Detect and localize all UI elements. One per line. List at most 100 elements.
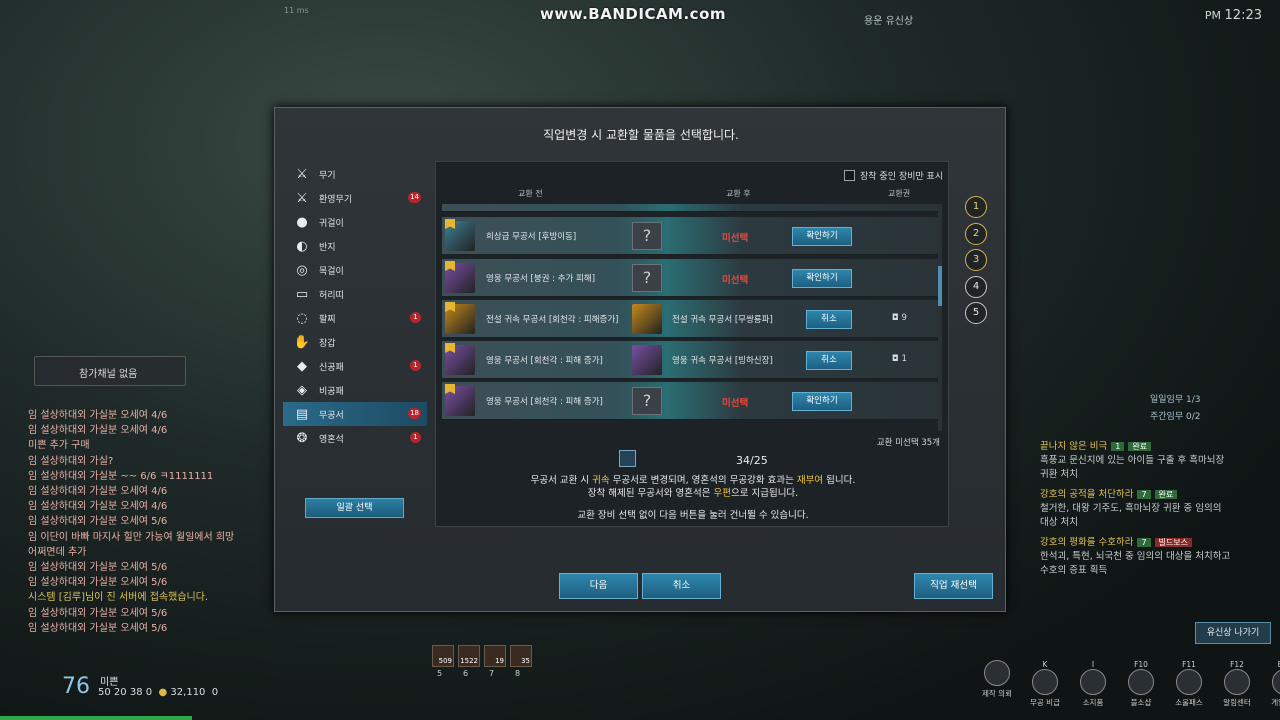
menu-item[interactable]: 제작 의뢰: [975, 660, 1019, 708]
sidebar-item-label: 무기: [319, 170, 336, 181]
menu-item[interactable]: ESC 게임메뉴: [1263, 660, 1280, 708]
menu-label: 알림센터: [1223, 698, 1251, 707]
category-sidebar: ⚔ 무기 ⚔ 환영무기 14 ● 귀걸이 ◐ 반지 ◎ 목걸이 ▭ 허리띠 ◌ 팔찌 1 ✋ 장갑 ◆ 신공패 1 ◈ 비공…: [283, 162, 427, 450]
chat-line: 임 설상하대외 가실분 오세여 5/6: [28, 577, 168, 589]
info-text: 됩니다.: [823, 475, 856, 486]
quest-desc: 수호의 증표 획득: [1040, 565, 1108, 576]
menu-key: F12: [1230, 660, 1244, 669]
quest-count-badge: 1: [1111, 442, 1125, 451]
item-name: 영웅 무공서 [회천각 : 피해 증가]: [486, 356, 603, 366]
menu-item[interactable]: K 무공 비급: [1023, 660, 1067, 708]
step-1[interactable]: 1: [965, 196, 987, 218]
step-3[interactable]: 3: [965, 249, 987, 271]
menu-item[interactable]: F11 소울패스: [1167, 660, 1211, 708]
list-scroll-thumb[interactable]: [938, 266, 942, 306]
sidebar-item-label: 무공서: [319, 410, 344, 421]
menu-item[interactable]: F10 블소샵: [1119, 660, 1163, 708]
quest-entry[interactable]: 강호의 공적을 처단하라 7 완료 철거한, 대왕 기주도, 흑마뇌장 귀환 중 임의…: [1040, 488, 1270, 530]
daily-mission[interactable]: 일일임무 1/3: [1150, 392, 1200, 409]
step-4[interactable]: 4: [965, 275, 987, 298]
chat-log: 임 설상하대외 가실분 오세여 4/6 임 설상하대외 가실분 오세여 4/6 미쁜…: [28, 408, 273, 636]
menu-icon: [1032, 669, 1058, 695]
quest-entry[interactable]: 강호의 평화를 수호하라 7 빌드보스 한석괴, 특현, 뇌국천 중 임의의 대상을 …: [1040, 536, 1270, 578]
menu-item[interactable]: F12 알림센터: [1215, 660, 1259, 708]
sidebar-item-soulstone[interactable]: ❂ 영혼석 1: [283, 426, 427, 450]
sidebar-item-belt[interactable]: ▭ 허리띠: [283, 282, 427, 306]
sidebar-item-book[interactable]: ▤ 무공서 18: [283, 402, 427, 426]
row-cancel-button[interactable]: 취소: [806, 351, 852, 370]
quest-title: 끝나지 않은 비극 1 완료: [1040, 440, 1270, 454]
quest-title: 강호의 평화를 수호하라 7 빌드보스: [1040, 536, 1270, 550]
menu-icon: [1224, 669, 1250, 695]
skip-hint: 교환 장비 선택 없이 다음 버튼을 눌러 건너뛸 수 있습니다.: [577, 510, 809, 521]
slot-key: 6: [463, 669, 469, 678]
chat-channel-label: 참가채널 없음: [79, 369, 138, 380]
bulk-select-button[interactable]: 일괄 선택: [305, 498, 404, 518]
step-2[interactable]: 2: [965, 222, 987, 245]
sidebar-item-talisman[interactable]: ◆ 신공패 1: [283, 354, 427, 378]
confirm-button[interactable]: 확인하기: [792, 392, 852, 411]
quest-count-badge: 7: [1137, 538, 1151, 547]
chat-line: 임 설상하대외 가실분 ~~ 6/6 ㅋ1111111: [28, 470, 214, 482]
sidebar-item-glove[interactable]: ✋ 장갑: [283, 330, 427, 354]
empty-slot-icon[interactable]: ?: [632, 264, 662, 292]
recorder-watermark: www.BANDICAM.com: [540, 5, 727, 23]
step-5[interactable]: 5: [965, 302, 987, 324]
equipped-only-checkbox[interactable]: [844, 170, 855, 181]
quest-desc: 대상 처치: [1040, 517, 1078, 528]
next-button[interactable]: 다음: [559, 573, 638, 599]
cancel-button[interactable]: 취소: [642, 573, 721, 599]
item-name: 영웅 무공서 [붕권 : 추가 피해]: [486, 274, 596, 284]
sidebar-item-label: 허리띠: [319, 290, 344, 301]
quick-slot[interactable]: 35 8: [510, 645, 532, 678]
menu-key: K: [1042, 660, 1048, 669]
sidebar-item-bracelet[interactable]: ◌ 팔찌 1: [283, 306, 427, 330]
exit-zone-button[interactable]: 유신상 나가기: [1195, 622, 1271, 644]
job-reselect-button[interactable]: 직업 재선택: [914, 573, 993, 599]
table-row: 전설 귀속 무공서 [회천각 : 피해증가] 전설 귀속 무공서 [무쌍룡파] 취소…: [442, 300, 942, 338]
ticket-value: 9: [901, 313, 907, 323]
quick-slot[interactable]: 1522 6: [458, 645, 480, 678]
sidebar-item-label: 반지: [319, 242, 336, 253]
result-item-name: 영웅 귀속 무공서 [빙하신장]: [672, 356, 773, 366]
equipped-only-filter[interactable]: 장착 중인 장비만 표시: [844, 169, 943, 182]
item-name: 영웅 무공서 [회천각 : 피해 증가]: [486, 397, 603, 407]
chat-line: 어쩌면데 추가: [28, 546, 87, 558]
confirm-button[interactable]: 확인하기: [792, 227, 852, 246]
quick-slot[interactable]: 19 7: [484, 645, 506, 678]
notification-badge: 1: [410, 312, 421, 323]
sidebar-item-sword[interactable]: ⚔ 무기: [283, 162, 427, 186]
row-cancel-button[interactable]: 취소: [806, 310, 852, 329]
item-name: 희상급 무공서 [후방이동]: [486, 232, 577, 242]
sidebar-item-secret-talisman[interactable]: ◈ 비공패: [283, 378, 427, 402]
quest-count-badge: 7: [1137, 490, 1151, 499]
system-menu: 제작 의뢰 K 무공 비급 I 소지품 F10 블소샵 F11 소울패스 F12 알림센터 ESC 게임…: [975, 660, 1280, 708]
quest-desc: 철거한, 대왕 기주도, 흑마뇌장 귀환 중 임의의: [1040, 503, 1222, 514]
confirm-button[interactable]: 확인하기: [792, 269, 852, 288]
bracelet-icon: ◌: [296, 310, 308, 326]
chat-channel-box[interactable]: 참가채널 없음: [34, 356, 186, 386]
quick-slot[interactable]: 509 5: [432, 645, 454, 678]
quest-entry[interactable]: 끝나지 않은 비극 1 완료 흑풍교 문신지에 있는 아이들 구출 후 흑마뇌장 귀환 …: [1040, 440, 1270, 482]
menu-key: I: [1091, 660, 1095, 669]
list-scrollbar[interactable]: [938, 204, 942, 431]
empty-slot-icon[interactable]: ?: [632, 387, 662, 415]
sidebar-item-phantom-sword[interactable]: ⚔ 환영무기 14: [283, 186, 427, 210]
exchange-list: 희상급 무공서 [후방이동]? 미선택 확인하기 영웅 무공서 [붕권 : 추가 피해…: [442, 204, 942, 431]
quest-desc: 한석괴, 특현, 뇌국천 중 임의의 대상을 처치하고: [1040, 551, 1231, 562]
glove-icon: ✋: [293, 334, 311, 350]
column-after: 교환 후: [726, 189, 751, 198]
item-name: 전설 귀속 무공서 [회천각 : 피해증가]: [486, 315, 619, 325]
notification-badge: 1: [410, 432, 421, 443]
slot-count: 19: [495, 657, 504, 665]
weekly-mission[interactable]: 주간임무 0/2: [1150, 409, 1200, 426]
sidebar-item-necklace[interactable]: ◎ 목걸이: [283, 258, 427, 282]
menu-item[interactable]: I 소지품: [1071, 660, 1115, 708]
sidebar-item-earring[interactable]: ● 귀걸이: [283, 210, 427, 234]
sidebar-item-ring[interactable]: ◐ 반지: [283, 234, 427, 258]
menu-icon: [1128, 669, 1154, 695]
result-book-icon: [632, 345, 662, 375]
game-clock: PM 12:23: [1205, 8, 1262, 23]
info-highlight: 귀속: [592, 475, 610, 486]
empty-slot-icon[interactable]: ?: [632, 222, 662, 250]
